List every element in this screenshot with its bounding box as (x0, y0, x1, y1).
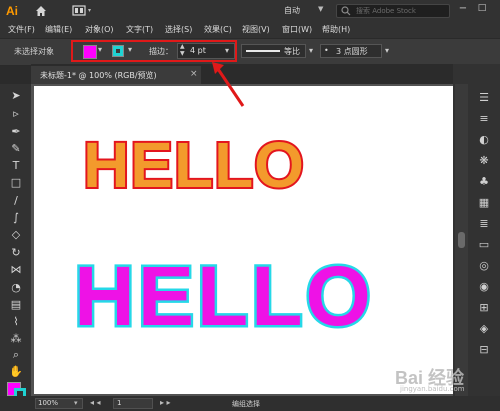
annotation-arrow (212, 62, 245, 107)
direct-selection-tool-icon[interactable]: ▹ (9, 107, 23, 121)
maximize-icon[interactable]: □ (475, 3, 489, 17)
close-icon[interactable]: × (190, 69, 198, 79)
artboard[interactable]: HELLO HELLO (34, 86, 453, 394)
menu-type[interactable]: 文字(T) (126, 24, 153, 35)
scrollbar-thumb[interactable] (458, 232, 465, 248)
eraser-tool-icon[interactable]: ◇ (9, 228, 23, 242)
curvature-tool-icon[interactable]: ✎ (9, 142, 23, 156)
search-icon (341, 6, 351, 16)
stroke-panel-icon[interactable]: ≣ (477, 217, 491, 231)
chevron-down-icon[interactable]: ▾ (309, 46, 313, 55)
align-icon[interactable]: ⊞ (477, 301, 491, 315)
pen-tool-icon[interactable]: ✒ (9, 125, 23, 139)
annotation-highlight-box (71, 40, 237, 62)
menu-help[interactable]: 帮助(H) (322, 24, 350, 35)
search-placeholder: 搜索 Adobe Stock (356, 7, 416, 15)
chevron-down-icon[interactable]: ▾ (385, 46, 389, 55)
appearance-icon[interactable]: ◉ (477, 280, 491, 294)
chevron-down-icon[interactable]: ▾ (74, 399, 78, 407)
rotate-tool-icon[interactable]: ↻ (9, 246, 23, 260)
next-artboard-icon[interactable]: ▸ ▸ (160, 398, 171, 407)
menu-effect[interactable]: 效果(C) (204, 24, 232, 35)
profile-label: 等比 (284, 47, 300, 56)
type-tool-icon[interactable]: T (9, 159, 23, 173)
zoom-value[interactable]: 100% (38, 399, 58, 407)
previous-artboard-icon[interactable]: ◂ ◂ (90, 398, 101, 407)
artboards-icon[interactable]: ⊟ (477, 343, 491, 357)
home-icon[interactable] (34, 4, 48, 18)
gradient-panel-icon[interactable]: ▭ (477, 238, 491, 252)
app-logo: Ai (6, 4, 18, 18)
menu-file[interactable]: 文件(F) (8, 24, 35, 35)
graphic-styles-icon[interactable]: ▦ (477, 196, 491, 210)
shape-builder-tool-icon[interactable]: ◔ (9, 281, 23, 295)
chevron-down-icon[interactable]: ▼ (318, 5, 323, 13)
selection-tool-icon[interactable]: ➤ (9, 89, 23, 103)
menu-edit[interactable]: 编辑(E) (45, 24, 72, 35)
artboard-number[interactable]: 1 (117, 399, 121, 407)
brush-dot-icon: • (324, 46, 329, 55)
width-tool-icon[interactable]: ⋈ (9, 263, 23, 277)
layers-stack-icon[interactable]: ◈ (477, 322, 491, 336)
menu-view[interactable]: 视图(V) (242, 24, 270, 35)
gradient-tool-icon[interactable]: ▤ (9, 298, 23, 312)
color-icon[interactable]: ◐ (477, 133, 491, 147)
hand-tool-icon[interactable]: ✋ (9, 365, 23, 379)
hello-text-orange[interactable]: HELLO (81, 127, 306, 203)
profile-line-preview (246, 50, 280, 52)
menu-select[interactable]: 选择(S) (165, 24, 192, 35)
rectangle-tool-icon[interactable]: □ (9, 176, 23, 190)
artwork: HELLO HELLO (72, 127, 374, 346)
symbol-sprayer-tool-icon[interactable]: ⁂ (9, 332, 23, 346)
selection-status: 未选择对象 (14, 47, 54, 56)
layers-icon[interactable]: ≡ (477, 112, 491, 126)
properties-icon[interactable]: ☰ (477, 91, 491, 105)
document-tab-label[interactable]: 未标题-1* @ 100% (RGB/预览) (40, 70, 157, 81)
brush-label: 3 点圆形 (336, 47, 368, 56)
shaper-tool-icon[interactable]: ∫ (9, 211, 23, 225)
menu-window[interactable]: 窗口(W) (282, 24, 312, 35)
brushes-icon[interactable]: ❋ (477, 154, 491, 168)
paintbrush-tool-icon[interactable]: / (9, 194, 23, 208)
minimize-icon[interactable]: − (456, 3, 470, 17)
transparency-icon[interactable]: ◎ (477, 259, 491, 273)
arrange-documents-icon[interactable] (72, 4, 94, 17)
hello-text-magenta[interactable]: HELLO (72, 247, 374, 346)
workspace-switcher[interactable]: 自动 (284, 5, 300, 16)
watermark-url: jingyan.baidu.com (400, 385, 465, 393)
zoom-tool-icon[interactable]: ⌕ (9, 348, 23, 362)
eyedropper-tool-icon[interactable]: ⌇ (9, 315, 23, 329)
current-tool-status: 编组选择 (232, 400, 260, 408)
symbols-icon[interactable]: ♣ (477, 175, 491, 189)
menu-object[interactable]: 对象(O) (85, 24, 114, 35)
